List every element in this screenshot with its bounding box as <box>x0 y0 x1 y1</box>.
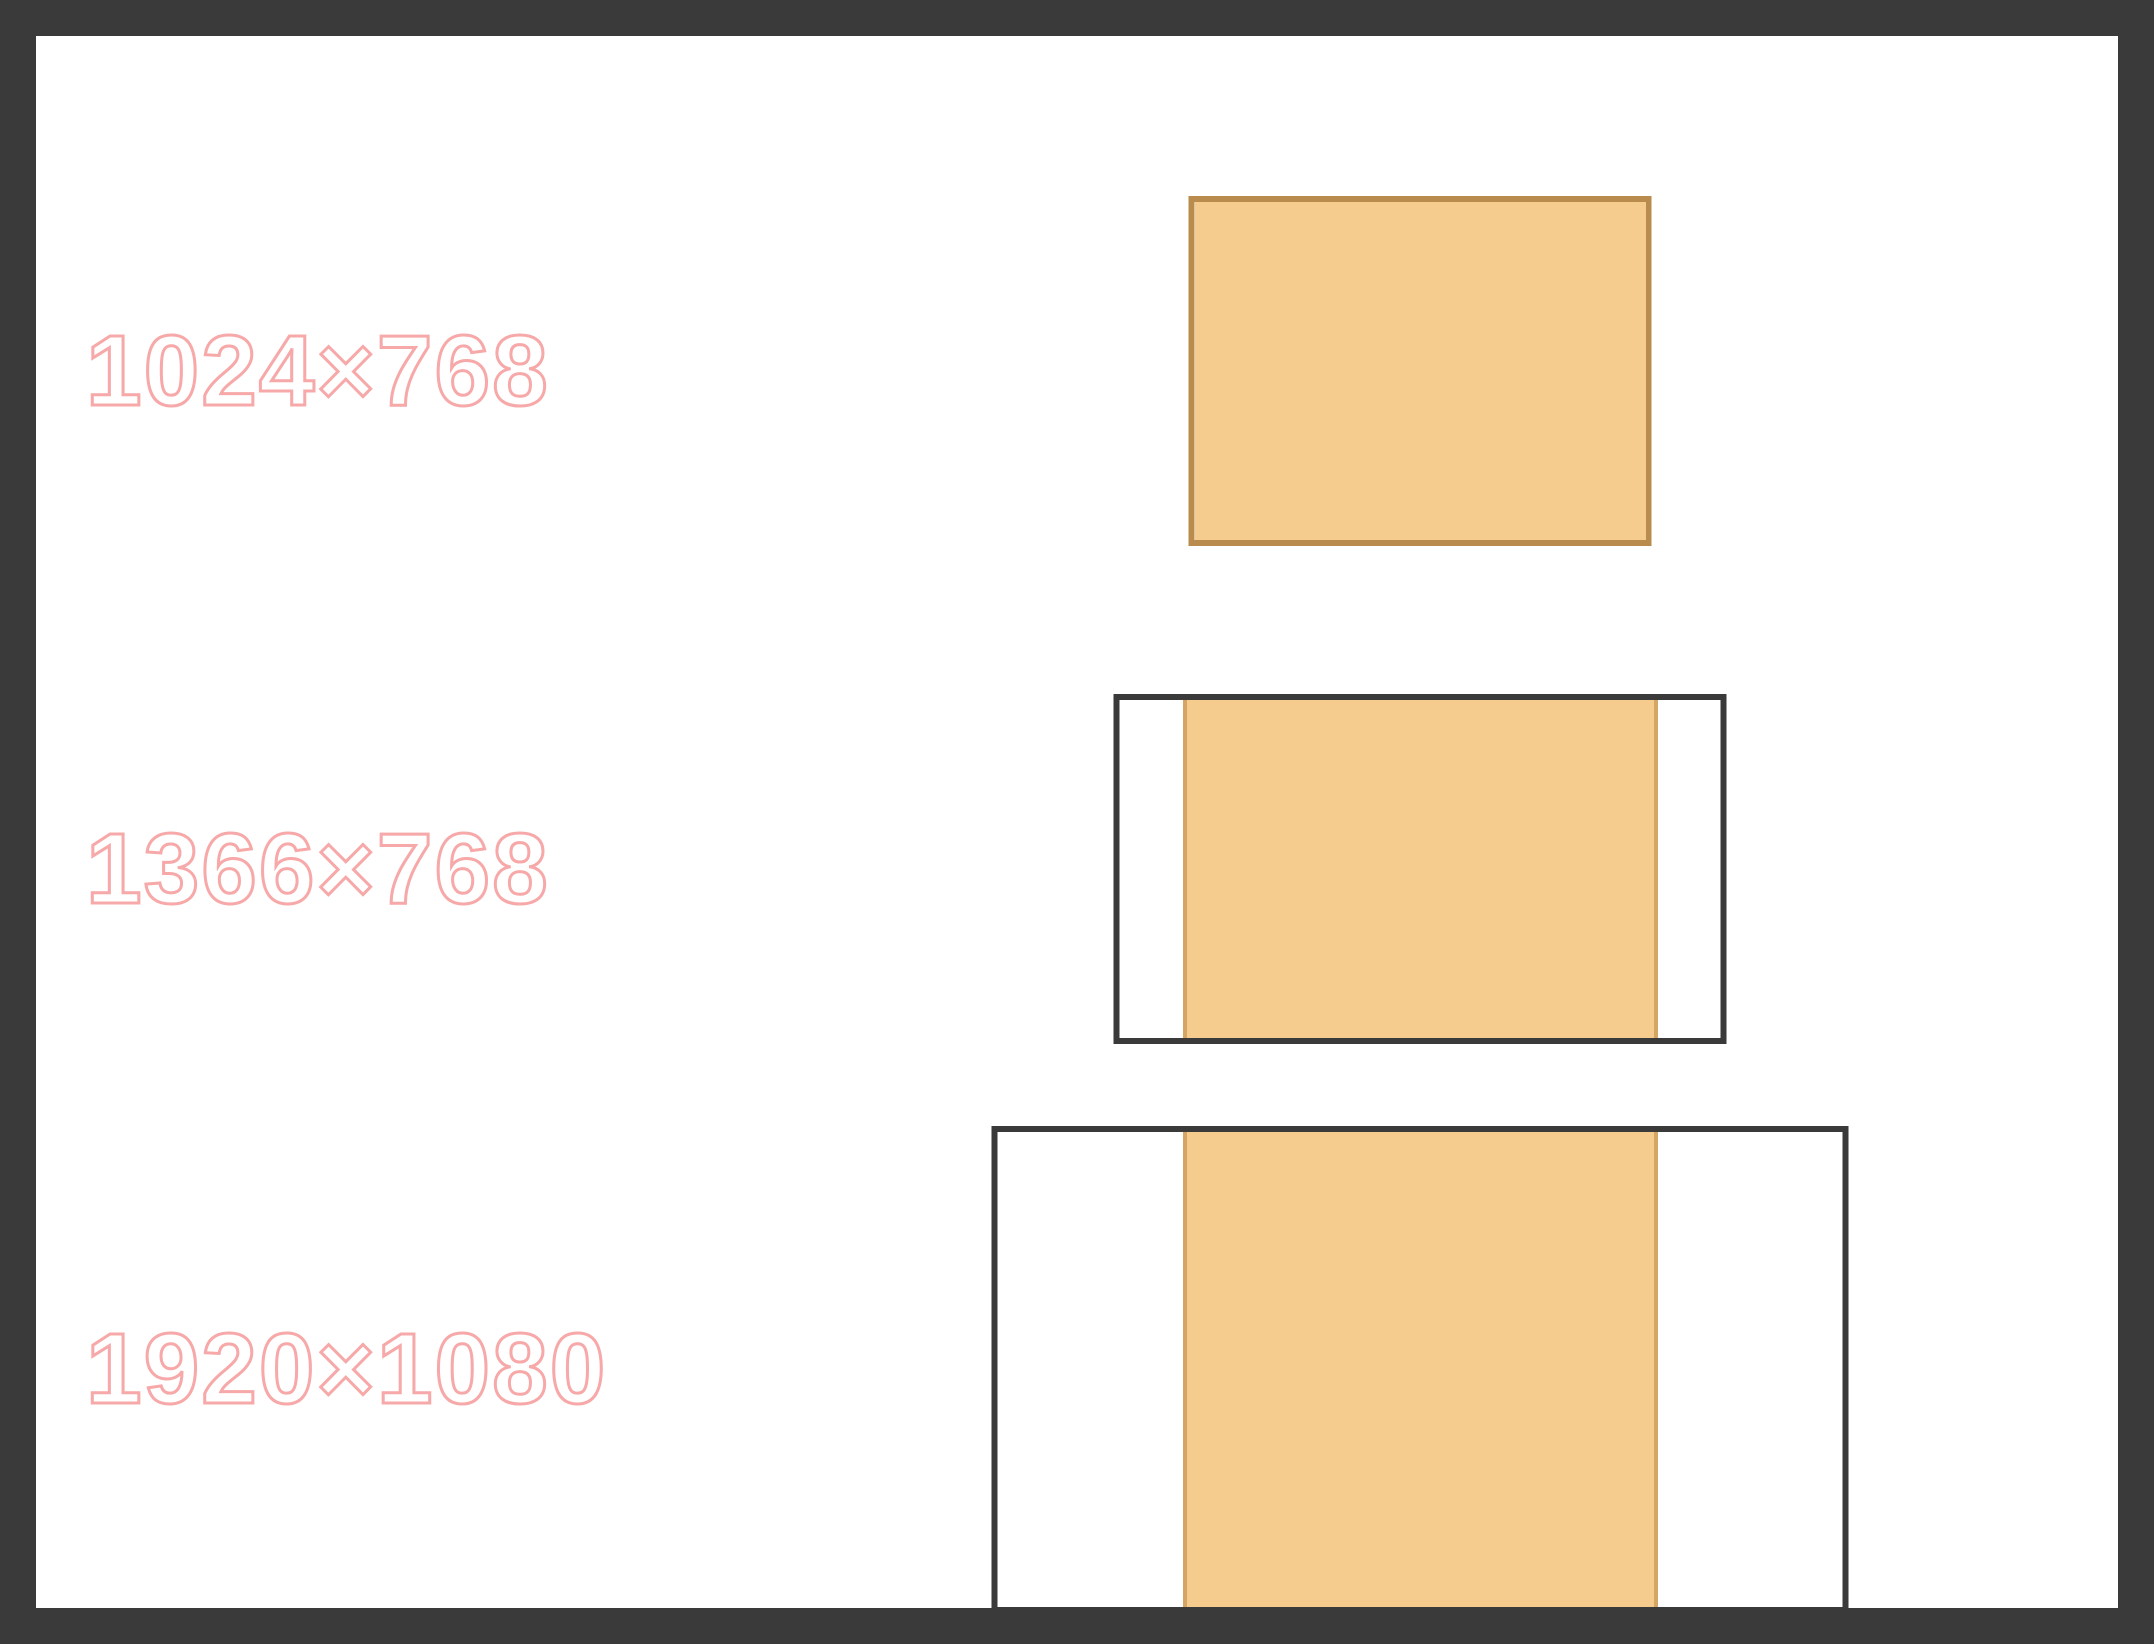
viewport-box-1920x1080 <box>992 1126 1849 1613</box>
screen-rect-1024x768 <box>1189 196 1652 546</box>
resolution-row: 1366×768 <box>36 654 2118 1084</box>
resolution-label-1920x1080: 1920×1080 <box>86 1312 607 1427</box>
resolution-label-1366x768: 1366×768 <box>86 812 550 927</box>
viewport-box-1366x768 <box>1114 694 1727 1044</box>
resolution-row: 1920×1080 <box>36 1154 2118 1584</box>
diagram-canvas: 1024×768 ←1080px→ 1366×768 1920×1080 <box>36 36 2118 1608</box>
content-area-1920x1080 <box>1183 1132 1658 1607</box>
viewport-box-1024x768: ←1080px→ <box>1189 196 1652 546</box>
content-area-1366x768 <box>1183 700 1658 1038</box>
screen-rect-1920x1080 <box>992 1126 1849 1613</box>
resolution-row: 1024×768 ←1080px→ <box>36 156 2118 586</box>
content-area-1024x768 <box>1195 202 1646 540</box>
screen-rect-1366x768 <box>1114 694 1727 1044</box>
resolution-label-1024x768: 1024×768 <box>86 314 550 429</box>
